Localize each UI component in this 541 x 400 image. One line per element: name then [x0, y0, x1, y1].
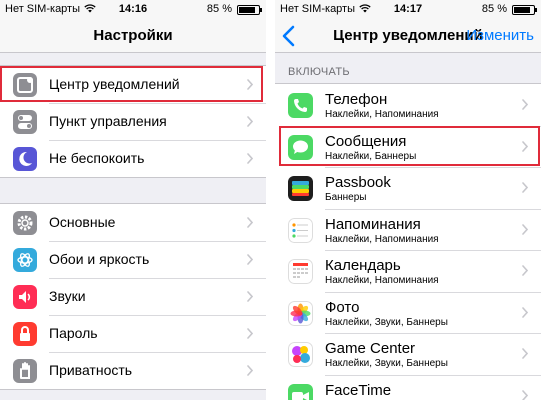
section-header: ВКЛЮЧАТЬ — [288, 66, 350, 78]
settings-row-label: Пункт управления — [49, 113, 167, 129]
settings-row-control-center[interactable]: Пункт управления — [0, 103, 266, 140]
settings-row-label: Звуки — [49, 288, 86, 304]
battery-fill — [239, 7, 256, 13]
app-row-photos[interactable]: Фото Наклейки, Звуки, Баннеры — [275, 291, 541, 334]
nav-bar: Настройки — [0, 19, 266, 53]
app-name: Сообщения — [325, 132, 407, 150]
control-center-icon — [13, 110, 37, 134]
notification-center-icon — [13, 73, 37, 97]
settings-row-hand[interactable]: Приватность — [0, 352, 266, 389]
photos-icon — [288, 300, 313, 326]
settings-row-speaker[interactable]: Звуки — [0, 278, 266, 315]
chevron-right-icon — [522, 389, 528, 400]
wallpaper-icon — [13, 248, 37, 272]
battery-percent: 85 % — [481, 3, 507, 15]
moon-icon — [13, 147, 37, 171]
app-row-reminders[interactable]: Напоминания Наклейки, Напоминания — [275, 208, 541, 251]
phone-icon — [288, 93, 313, 118]
settings-row-label: Обои и яркость — [49, 251, 150, 267]
hand-icon — [13, 359, 37, 383]
app-alert-styles: Наклейки, Баннеры — [325, 150, 417, 162]
status-bar: Нет SIM-карты 14:17 85 % — [275, 0, 541, 19]
gear-icon — [13, 211, 37, 235]
chevron-right-icon — [522, 306, 528, 318]
chevron-right-icon — [247, 254, 253, 265]
app-name: Фото — [325, 298, 360, 316]
lock-icon — [13, 322, 37, 346]
settings-row-label: Центр уведомлений — [49, 76, 180, 92]
chevron-right-icon — [522, 265, 528, 276]
settings-row-gear[interactable]: Основные — [0, 204, 266, 241]
game-center-icon — [288, 342, 313, 367]
settings-row-moon[interactable]: Не беспокоить — [0, 140, 266, 177]
battery-percent: 85 % — [206, 3, 232, 15]
settings-row-label: Пароль — [49, 325, 98, 341]
facetime-icon — [288, 383, 313, 400]
app-name: Телефон — [325, 91, 388, 108]
app-alert-styles: Наклейки, Звуки, Баннеры — [325, 358, 448, 369]
chevron-right-icon — [522, 182, 528, 193]
chevron-right-icon — [522, 223, 528, 235]
chevron-right-icon — [247, 291, 253, 302]
chevron-right-icon — [247, 79, 253, 90]
app-row-game-center[interactable]: Game Center Наклейки, Звуки, Баннеры — [275, 333, 541, 375]
speaker-icon — [13, 285, 37, 309]
chevron-right-icon — [247, 365, 253, 376]
reminders-icon — [288, 217, 313, 243]
page-title: Настройки — [93, 27, 173, 44]
settings-row-label: Приватность — [49, 362, 133, 378]
settings-row-wallpaper[interactable]: Обои и яркость — [0, 241, 266, 278]
notification-center-screen: Нет SIM-карты 14:17 85 % Центр уведомлен… — [275, 0, 541, 400]
settings-group-2: Основные Обои и яркость Звуки Пароль Приватн… — [0, 203, 266, 390]
passbook-icon — [288, 176, 313, 201]
app-row-phone[interactable]: Телефон Наклейки, Напоминания — [275, 84, 541, 126]
app-row-messages[interactable]: Сообщения Наклейки, Баннеры — [275, 125, 541, 168]
chevron-right-icon — [247, 328, 253, 339]
app-alert-styles: Наклейки, Напоминания — [325, 275, 439, 286]
chevron-right-icon — [247, 217, 253, 228]
battery-fill — [514, 7, 531, 13]
settings-row-label: Не беспокоить — [49, 150, 145, 166]
app-alert-styles: Наклейки, Звуки, Баннеры — [325, 316, 448, 328]
edit-button[interactable]: Изменить — [466, 27, 534, 44]
chevron-right-icon — [522, 348, 528, 359]
app-row-calendar[interactable]: Календарь Наклейки, Напоминания — [275, 250, 541, 292]
app-row-passbook[interactable]: Passbook Баннеры — [275, 167, 541, 209]
settings-screen: Нет SIM-карты 14:16 85 % Настройки Центр… — [0, 0, 266, 400]
chevron-right-icon — [522, 140, 528, 152]
battery-icon — [237, 5, 262, 15]
battery-icon — [512, 5, 537, 15]
messages-icon — [288, 134, 313, 160]
app-name: FaceTime — [325, 381, 392, 399]
app-name: Passbook — [325, 174, 391, 191]
chevron-right-icon — [522, 99, 528, 110]
app-alert-styles: Наклейки, Напоминания — [325, 233, 439, 245]
app-alert-styles: Наклейки, Напоминания — [325, 109, 439, 120]
app-name: Game Center — [325, 340, 416, 357]
status-bar: Нет SIM-карты 14:16 85 % — [0, 0, 266, 19]
nav-bar: Центр уведомлений Изменить — [275, 19, 541, 53]
chevron-right-icon — [247, 153, 253, 164]
app-row-facetime[interactable]: FaceTime — [275, 374, 541, 400]
calendar-icon — [288, 259, 313, 284]
settings-group-1: Центр уведомлений Пункт управления Не бесп… — [0, 65, 266, 178]
settings-row-label: Основные — [49, 214, 116, 230]
settings-row-lock[interactable]: Пароль — [0, 315, 266, 352]
app-alert-styles: Баннеры — [325, 192, 367, 203]
chevron-right-icon — [247, 116, 253, 127]
app-name: Календарь — [325, 257, 401, 274]
apps-list: Телефон Наклейки, Напоминания Сообщения Нак… — [275, 83, 541, 400]
app-name: Напоминания — [325, 215, 421, 233]
settings-row-notification-center[interactable]: Центр уведомлений — [0, 66, 266, 103]
